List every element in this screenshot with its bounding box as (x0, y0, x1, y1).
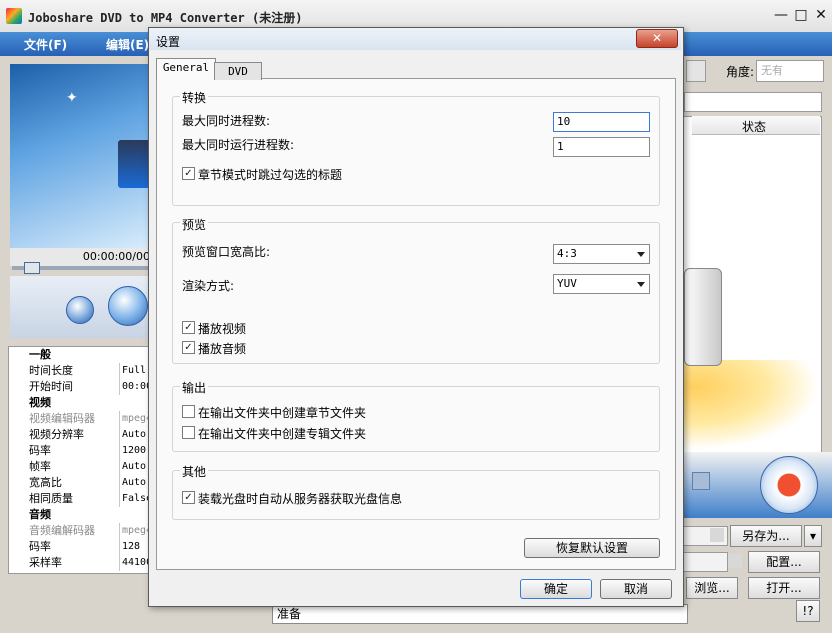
prop-row[interactable]: 时间长度 Full (9, 363, 151, 379)
prop-group[interactable]: 视频 (9, 395, 151, 411)
tab-dvd[interactable]: DVD (214, 62, 262, 80)
minimize-icon[interactable]: — (772, 7, 790, 23)
play-audio-label[interactable]: 播放音频 (198, 340, 246, 357)
prop-row: 视频编辑码器 mpeg4 (29, 411, 152, 427)
chevron-down-icon (637, 252, 645, 257)
stop-icon[interactable] (692, 472, 710, 490)
prop-row[interactable]: 帧率 Auto (9, 459, 151, 475)
app-logo-icon (6, 8, 22, 24)
render-label: 渲染方式: (182, 279, 235, 293)
prop-row: 音频编解码器 mpeg4 (29, 523, 152, 539)
play-video-checkbox[interactable]: ✓ (182, 321, 195, 334)
chevron-down-icon (637, 282, 645, 287)
prop-row[interactable]: 码率 1200 (9, 443, 151, 459)
cancel-button[interactable]: 取消 (600, 579, 672, 599)
seek-thumb[interactable] (24, 262, 40, 274)
fetch-info-checkbox[interactable]: ✓ (182, 491, 195, 504)
dialog-title-bar (149, 28, 681, 50)
device-icon (684, 268, 722, 366)
album-folder-checkbox[interactable] (182, 426, 195, 439)
fetch-info-label[interactable]: 装载光盘时自动从服务器获取光盘信息 (198, 490, 402, 507)
clapboard-icon (118, 140, 150, 188)
max-processes-input[interactable]: 10 (553, 112, 650, 132)
properties-panel: 一般 时间长度 Full 开始时间 00:00 视频 视频编辑码器 mpeg4 视频分… (8, 346, 152, 574)
restore-defaults-button[interactable]: 恢复默认设置 (524, 538, 660, 558)
menu-file[interactable]: 文件(F) (24, 36, 67, 53)
glow-decoration (684, 360, 820, 450)
config-button[interactable]: 配置... (748, 551, 820, 573)
dialog-close-icon[interactable]: ✕ (636, 29, 678, 48)
state-column-header[interactable]: 状态 (742, 118, 766, 135)
prop-row[interactable]: 相同质量 False (9, 491, 151, 507)
previous-icon[interactable] (66, 296, 94, 324)
status-field: 准备 (272, 604, 688, 624)
prop-row[interactable]: 视频分辨率 Auto (9, 427, 151, 443)
dialog-title: 设置 (156, 35, 181, 49)
start-convert-button[interactable] (760, 456, 818, 514)
group-convert-title: 转换 (180, 89, 209, 106)
max-processes-label: 最大同时进程数: (182, 114, 271, 128)
skip-checked-label[interactable]: 章节模式时跳过勾选的标题 (198, 166, 342, 183)
max-running-label: 最大同时运行进程数: (182, 138, 295, 152)
prop-row[interactable]: 开始时间 00:00 (9, 379, 151, 395)
open-button[interactable]: 打开... (748, 577, 820, 599)
play-video-label[interactable]: 播放视频 (198, 320, 246, 337)
group-preview-title: 预览 (180, 216, 209, 233)
chevron-down-icon[interactable] (728, 554, 742, 568)
angle-select[interactable]: 无有 (756, 60, 824, 82)
max-running-input[interactable]: 1 (553, 137, 650, 157)
sparkle-icon: ✦ (66, 90, 78, 106)
prop-group[interactable]: 一般 (9, 347, 151, 363)
skip-checked-checkbox[interactable]: ✓ (182, 167, 195, 180)
angle-label: 角度: (726, 65, 755, 79)
menu-edit[interactable]: 编辑(E) (106, 36, 149, 53)
aspect-label: 预览窗口宽高比: (182, 245, 271, 259)
close-icon[interactable]: ✕ (812, 7, 830, 23)
prop-group[interactable]: 音频 (9, 507, 151, 523)
browse-button[interactable]: 浏览... (686, 577, 738, 599)
prop-row[interactable]: 采样率 44100 (9, 555, 151, 571)
render-select[interactable]: YUV (553, 274, 650, 294)
title-combo[interactable] (686, 60, 706, 82)
group-output-title: 输出 (180, 379, 209, 396)
prop-row[interactable]: 码率 128 (9, 539, 151, 555)
chevron-down-icon[interactable] (710, 528, 724, 542)
help-button[interactable]: !? (796, 600, 820, 622)
save-as-button[interactable]: 另存为... (730, 525, 802, 547)
play-icon[interactable] (108, 286, 148, 326)
prop-row[interactable]: 宽高比 Auto (9, 475, 151, 491)
play-audio-checkbox[interactable]: ✓ (182, 341, 195, 354)
chapter-folder-label[interactable]: 在输出文件夹中创建章节文件夹 (198, 404, 366, 421)
app-title: Joboshare DVD to MP4 Converter (未注册) (28, 11, 303, 25)
destination-combo[interactable] (682, 552, 728, 572)
group-other-title: 其他 (180, 463, 209, 480)
chapter-folder-checkbox[interactable] (182, 405, 195, 418)
aspect-select[interactable]: 4:3 (553, 244, 650, 264)
tab-general[interactable]: General (156, 58, 216, 80)
right-input[interactable] (684, 92, 822, 112)
ok-button[interactable]: 确定 (520, 579, 592, 599)
save-as-dropdown[interactable]: ▾ (804, 525, 822, 547)
maximize-icon[interactable]: □ (792, 7, 810, 23)
album-folder-label[interactable]: 在输出文件夹中创建专辑文件夹 (198, 425, 366, 442)
